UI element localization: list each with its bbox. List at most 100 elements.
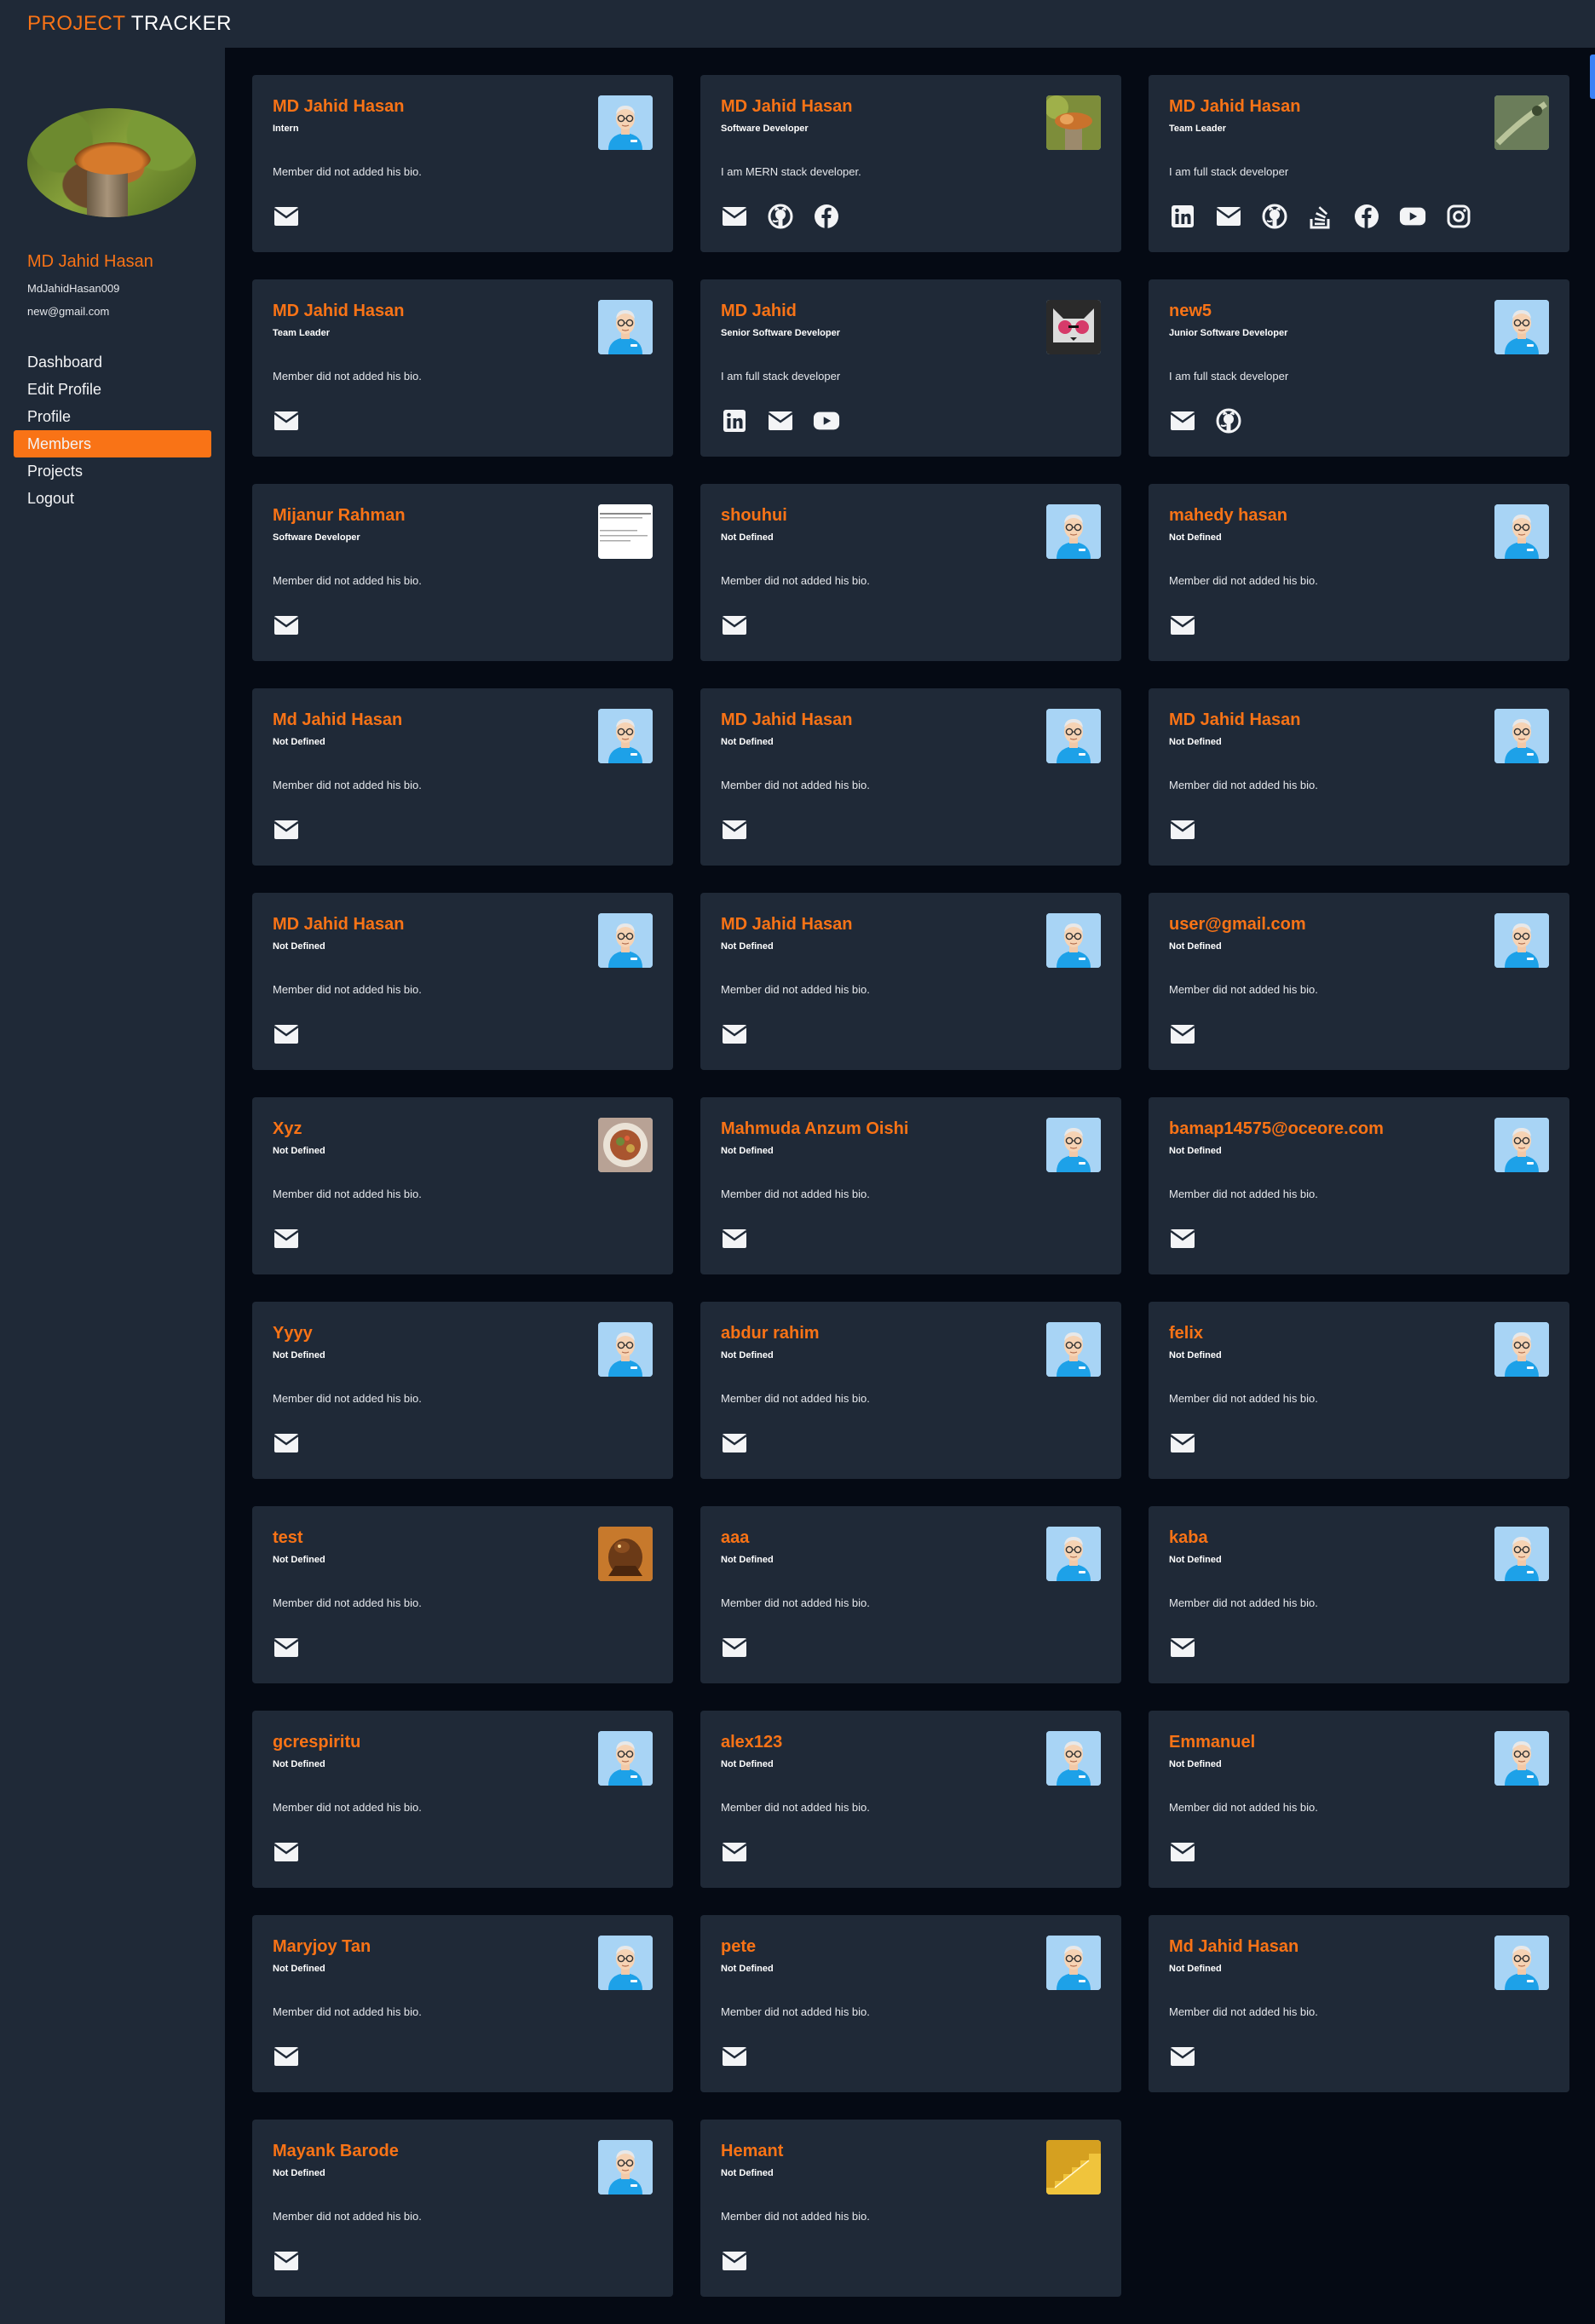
member-card: MD Jahid Senior Software Developer I am fu…	[700, 279, 1121, 457]
nav-item-edit-profile[interactable]: Edit Profile	[14, 376, 211, 403]
member-social-links	[721, 2247, 748, 2275]
linkedin-icon[interactable]	[1169, 203, 1196, 230]
envelope-icon[interactable]	[273, 407, 300, 434]
nav-item-members[interactable]: Members	[14, 430, 211, 457]
envelope-icon[interactable]	[721, 1021, 748, 1048]
scrollbar-thumb[interactable]	[1590, 55, 1595, 99]
youtube-icon[interactable]	[813, 407, 840, 434]
envelope-icon[interactable]	[273, 1429, 300, 1457]
app-brand[interactable]: PROJECT TRACKER	[27, 12, 232, 36]
member-social-links	[721, 2043, 748, 2070]
member-card: Md Jahid Hasan Not Defined Member did not …	[1149, 1915, 1569, 2092]
stackoverflow-icon[interactable]	[1307, 203, 1334, 230]
nav-item-logout[interactable]: Logout	[14, 485, 211, 512]
envelope-icon[interactable]	[273, 612, 300, 639]
member-card: Maryjoy Tan Not Defined Member did not add…	[252, 1915, 673, 2092]
member-avatar	[1494, 1322, 1549, 1377]
member-bio: Member did not added his bio.	[1169, 574, 1318, 587]
member-avatar	[1494, 1731, 1549, 1786]
member-avatar	[1494, 1936, 1549, 1990]
envelope-icon[interactable]	[273, 2043, 300, 2070]
member-social-links	[721, 1634, 748, 1661]
member-card: MD Jahid Hasan Not Defined Member did not …	[700, 688, 1121, 866]
member-name: shouhui	[721, 506, 787, 525]
envelope-icon[interactable]	[1169, 2043, 1196, 2070]
member-avatar	[598, 709, 653, 763]
github-icon[interactable]	[1215, 407, 1242, 434]
member-social-links	[273, 1634, 300, 1661]
envelope-icon[interactable]	[273, 1021, 300, 1048]
member-social-links	[1169, 1634, 1196, 1661]
envelope-icon[interactable]	[721, 2247, 748, 2275]
members-grid: MD Jahid Hasan Intern Member did not added…	[252, 75, 1569, 2297]
instagram-icon[interactable]	[1445, 203, 1472, 230]
envelope-icon[interactable]	[767, 407, 794, 434]
member-name: MD Jahid	[721, 302, 797, 320]
member-bio: Member did not added his bio.	[721, 1188, 870, 1200]
member-card: Xyz Not Defined Member did not added his b…	[252, 1097, 673, 1274]
envelope-icon[interactable]	[1169, 407, 1196, 434]
member-social-links	[721, 1021, 748, 1048]
facebook-icon[interactable]	[1353, 203, 1380, 230]
member-role: Not Defined	[1169, 1555, 1222, 1565]
envelope-icon[interactable]	[721, 1429, 748, 1457]
member-role: Team Leader	[273, 328, 331, 338]
envelope-icon[interactable]	[273, 203, 300, 230]
envelope-icon[interactable]	[273, 816, 300, 843]
envelope-icon[interactable]	[1169, 612, 1196, 639]
envelope-icon[interactable]	[721, 816, 748, 843]
member-role: Not Defined	[273, 1555, 325, 1565]
member-social-links	[273, 407, 300, 434]
envelope-icon[interactable]	[1169, 816, 1196, 843]
member-role: Software Developer	[273, 532, 360, 543]
member-name: test	[273, 1528, 303, 1547]
github-icon[interactable]	[767, 203, 794, 230]
member-avatar	[1046, 709, 1101, 763]
envelope-icon[interactable]	[1169, 1429, 1196, 1457]
member-avatar	[598, 1731, 653, 1786]
envelope-icon[interactable]	[721, 612, 748, 639]
envelope-icon[interactable]	[721, 2043, 748, 2070]
member-role: Senior Software Developer	[721, 328, 840, 338]
nav-item-dashboard[interactable]: Dashboard	[14, 348, 211, 376]
envelope-icon[interactable]	[1215, 203, 1242, 230]
envelope-icon[interactable]	[721, 203, 748, 230]
member-card: MD Jahid Hasan Team Leader I am full stack…	[1149, 75, 1569, 252]
member-social-links	[721, 1838, 748, 1866]
facebook-icon[interactable]	[813, 203, 840, 230]
member-avatar	[1046, 95, 1101, 150]
member-role: Not Defined	[1169, 1964, 1222, 1974]
member-card: MD Jahid Hasan Not Defined Member did not …	[252, 893, 673, 1070]
member-card: mahedy hasan Not Defined Member did not ad…	[1149, 484, 1569, 661]
nav-item-projects[interactable]: Projects	[14, 457, 211, 485]
envelope-icon[interactable]	[273, 1838, 300, 1866]
member-bio: Member did not added his bio.	[1169, 983, 1318, 996]
member-social-links	[273, 1021, 300, 1048]
member-card: new5 Junior Software Developer I am full s…	[1149, 279, 1569, 457]
envelope-icon[interactable]	[1169, 1838, 1196, 1866]
github-icon[interactable]	[1261, 203, 1288, 230]
member-social-links	[273, 1429, 300, 1457]
nav-item-profile[interactable]: Profile	[14, 403, 211, 430]
envelope-icon[interactable]	[1169, 1225, 1196, 1252]
member-card: MD Jahid Hasan Team Leader Member did not …	[252, 279, 673, 457]
envelope-icon[interactable]	[1169, 1021, 1196, 1048]
member-name: alex123	[721, 1733, 783, 1752]
member-role: Not Defined	[721, 1350, 774, 1360]
member-bio: I am full stack developer	[1169, 165, 1289, 178]
envelope-icon[interactable]	[1169, 1634, 1196, 1661]
member-avatar	[598, 1322, 653, 1377]
member-card: felix Not Defined Member did not added his…	[1149, 1302, 1569, 1479]
envelope-icon[interactable]	[721, 1838, 748, 1866]
youtube-icon[interactable]	[1399, 203, 1426, 230]
member-card: MD Jahid Hasan Not Defined Member did not …	[1149, 688, 1569, 866]
envelope-icon[interactable]	[721, 1634, 748, 1661]
envelope-icon[interactable]	[273, 1225, 300, 1252]
sidebar: MD Jahid Hasan MdJahidHasan009 new@gmail…	[0, 48, 225, 2324]
member-avatar	[1494, 709, 1549, 763]
envelope-icon[interactable]	[721, 1225, 748, 1252]
envelope-icon[interactable]	[273, 2247, 300, 2275]
linkedin-icon[interactable]	[721, 407, 748, 434]
envelope-icon[interactable]	[273, 1634, 300, 1661]
member-social-links	[273, 1838, 300, 1866]
